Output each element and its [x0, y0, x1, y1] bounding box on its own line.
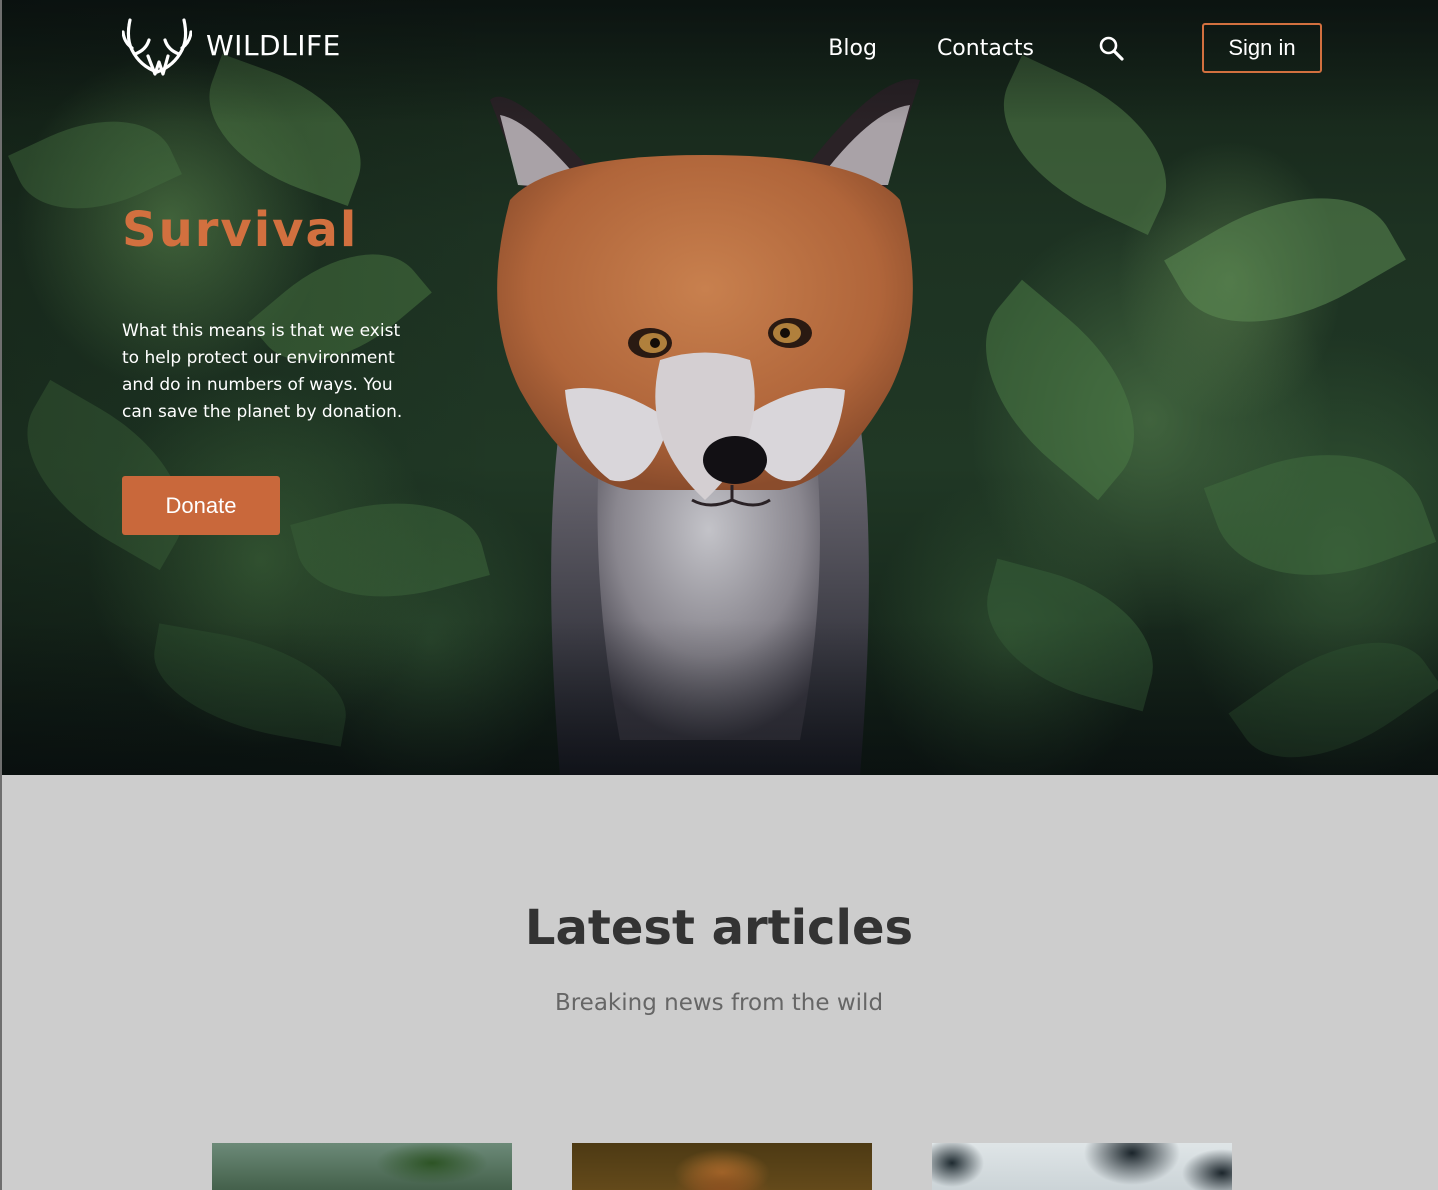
site-logo[interactable]: WILDLIFE	[122, 14, 341, 76]
article-thumbnail-forest[interactable]	[212, 1143, 512, 1190]
antlers-icon	[122, 18, 192, 76]
articles-subheading: Breaking news from the wild	[554, 990, 884, 1016]
main-nav: Blog Contacts Sign in	[828, 22, 1322, 74]
hero-title: Survival	[122, 202, 359, 258]
page-edge	[0, 0, 2, 1190]
search-button[interactable]	[1096, 33, 1126, 63]
article-thumbnail-animal[interactable]	[572, 1143, 872, 1190]
articles-heading: Latest articles	[524, 900, 914, 956]
nav-contacts-link[interactable]: Contacts	[937, 36, 1034, 61]
hero-description: What this means is that we exist to help…	[122, 321, 403, 422]
logo-text: WILDLIFE	[206, 28, 341, 62]
sign-in-button[interactable]: Sign in	[1202, 23, 1322, 73]
donate-button[interactable]: Donate	[122, 476, 280, 535]
article-thumbnail-snow[interactable]	[932, 1143, 1232, 1190]
search-icon	[1099, 36, 1124, 61]
nav-blog-link[interactable]: Blog	[828, 36, 877, 61]
